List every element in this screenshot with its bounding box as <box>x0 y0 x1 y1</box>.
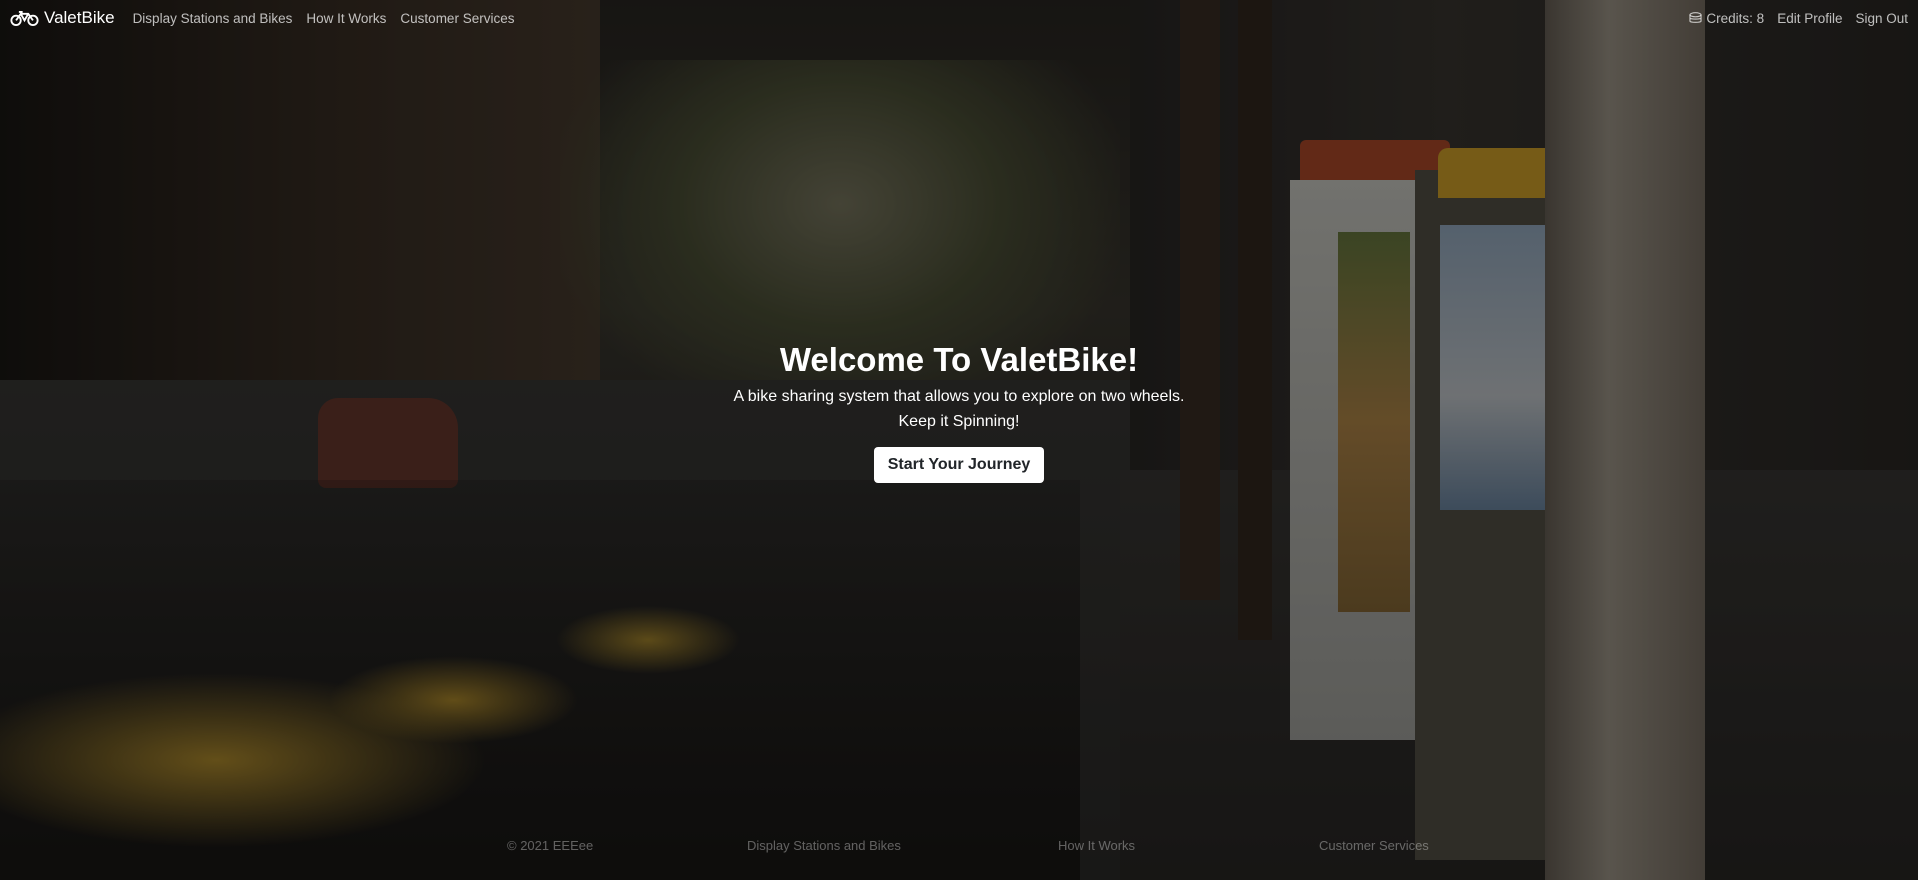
credits-label: Credits: 8 <box>1706 10 1765 26</box>
nav-link-how-it-works[interactable]: How It Works <box>306 11 386 26</box>
edit-profile-link[interactable]: Edit Profile <box>1777 11 1842 26</box>
hero-section: Welcome To ValetBike! A bike sharing sys… <box>0 338 1918 483</box>
top-navbar: ValetBike Display Stations and Bikes How… <box>0 0 1918 36</box>
brand-link[interactable]: ValetBike <box>10 8 115 28</box>
hero-subtitle: A bike sharing system that allows you to… <box>733 388 1185 405</box>
credits-link[interactable]: Credits: 8 <box>1689 11 1764 26</box>
footer-copyright: © 2021 EEEee <box>507 838 594 853</box>
footer-link-how-it-works[interactable]: How It Works <box>1058 838 1135 853</box>
nav-links: Display Stations and Bikes How It Works … <box>133 11 515 26</box>
footer: © 2021 EEEee Display Stations and Bikes … <box>0 838 1918 858</box>
start-journey-button[interactable]: Start Your Journey <box>873 447 1045 483</box>
nav-account-links: Credits: 8 Edit Profile Sign Out <box>1689 11 1908 26</box>
nav-link-customer-services[interactable]: Customer Services <box>400 11 514 26</box>
bicycle-icon <box>10 10 39 26</box>
footer-link-customer-services[interactable]: Customer Services <box>1319 838 1429 853</box>
coins-icon <box>1689 12 1702 23</box>
brand-name: ValetBike <box>44 8 115 27</box>
nav-link-stations[interactable]: Display Stations and Bikes <box>133 11 293 26</box>
hero-tagline: Keep it Spinning! <box>898 413 1020 430</box>
footer-link-stations[interactable]: Display Stations and Bikes <box>747 838 901 853</box>
hero-title: Welcome To ValetBike! <box>779 341 1139 378</box>
sign-out-link[interactable]: Sign Out <box>1855 11 1908 26</box>
